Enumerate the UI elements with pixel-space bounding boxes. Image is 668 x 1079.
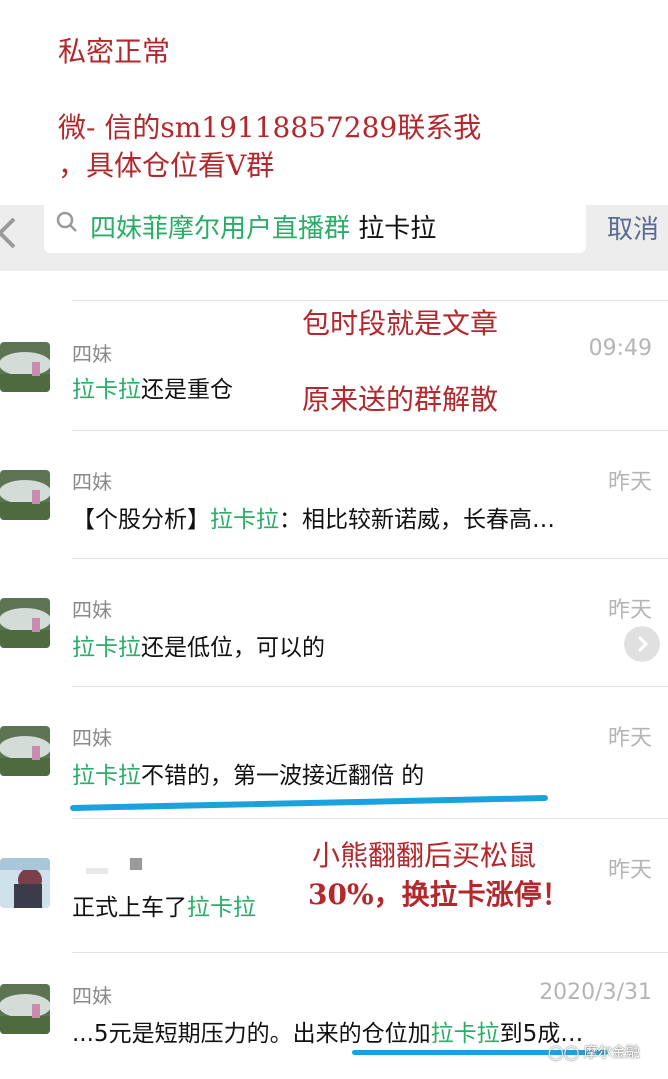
avatar [0, 342, 50, 392]
sender-name: 四妹 [72, 342, 112, 366]
message-pre: 正式上车了 [72, 895, 187, 921]
search-query: 四妹菲摩尔用户直播群 拉卡拉 [90, 208, 436, 245]
keyword-highlight: 拉卡拉 [430, 1021, 500, 1047]
search-bar: 四妹菲摩尔用户直播群 拉卡拉 取消 [0, 205, 668, 271]
result-row[interactable]: 四妹 昨天 【个股分析】拉卡拉：相比较新诺威，长春高… [0, 430, 668, 558]
message-time: 昨天 [607, 726, 652, 751]
avatar [0, 470, 50, 520]
overlay-note-b2: 30%，换拉卡涨停！ [308, 878, 570, 911]
sender-name: 四妹 [72, 726, 112, 750]
overlay-line-1: 私密正常 [58, 35, 171, 68]
row-divider [72, 558, 668, 559]
watermark-text: 摩尔金融 [583, 1045, 640, 1061]
message-text: 【个股分析】拉卡拉：相比较新诺威，长春高… [72, 500, 555, 534]
sender-name: 四妹 [72, 470, 112, 494]
search-input[interactable]: 四妹菲摩尔用户直播群 拉卡拉 [44, 205, 586, 253]
sender-name: 四妹 [72, 984, 112, 1008]
message-pre: 【个股分析】 [72, 507, 210, 533]
keyword-highlight: 拉卡拉 [72, 635, 141, 661]
row-divider [72, 686, 668, 687]
overlay-line-2: 微- 信的sm19118857289联系我 [58, 111, 482, 144]
message-post: 还是重仓 [141, 377, 233, 403]
search-group-tag: 四妹菲摩尔用户直播群 [90, 214, 351, 244]
avatar [0, 726, 50, 776]
cancel-button[interactable]: 取消 [607, 209, 659, 246]
overlay-line-3: ，具体仓位看V群 [58, 149, 275, 182]
keyword-highlight: 拉卡拉 [72, 763, 141, 789]
message-time: 09:49 [588, 336, 652, 361]
message-text: 拉卡拉不错的，第一波接近翻倍 的 [72, 756, 424, 790]
result-row[interactable]: 四妹 昨天 拉卡拉还是低位，可以的 [0, 558, 668, 686]
keyword-highlight: 拉卡拉 [210, 507, 279, 533]
message-time: 昨天 [607, 598, 652, 623]
result-row[interactable]: 四妹 09:49 拉卡拉还是重仓 [0, 300, 668, 430]
sender-name: 四妹 [72, 598, 112, 622]
message-text: ...5元是短期压力的。出来的仓位加拉卡拉到5成… [72, 1014, 583, 1048]
message-time: 昨天 [607, 858, 652, 883]
avatar [0, 858, 50, 908]
message-post: 不错的，第一波接近翻倍 的 [141, 763, 425, 789]
row-divider [72, 952, 668, 953]
row-divider [72, 430, 668, 431]
message-post: 还是低位，可以的 [141, 635, 325, 661]
row-divider [72, 818, 668, 819]
message-post: ：相比较新诺威，长春高… [279, 507, 555, 533]
chevron-right-icon[interactable] [624, 626, 660, 662]
search-keyword: 拉卡拉 [358, 214, 437, 244]
avatar [0, 984, 50, 1034]
message-text: 拉卡拉还是重仓 [72, 370, 233, 404]
redacted-name [86, 868, 108, 874]
redacted-name-block [130, 858, 142, 870]
overlay-note-b1: 小熊翻翻后买松鼠 [312, 839, 537, 872]
keyword-highlight: 拉卡拉 [187, 895, 256, 921]
keyword-highlight: 拉卡拉 [72, 377, 141, 403]
result-row[interactable]: 四妹 昨天 拉卡拉不错的，第一波接近翻倍 的 [0, 686, 668, 818]
avatar [0, 598, 50, 648]
search-icon [56, 211, 77, 232]
message-text: 拉卡拉还是低位，可以的 [72, 628, 325, 662]
message-time: 2020/3/31 [539, 980, 652, 1005]
watermark-logo: ◯◯ 摩尔金融 [548, 1045, 640, 1061]
message-time: 昨天 [607, 470, 652, 495]
back-chevron-icon[interactable] [0, 213, 22, 253]
message-text: 正式上车了拉卡拉 [72, 888, 256, 922]
message-pre: ...5元是短期压力的。出来的仓位加 [72, 1021, 431, 1047]
row-divider [72, 300, 668, 301]
